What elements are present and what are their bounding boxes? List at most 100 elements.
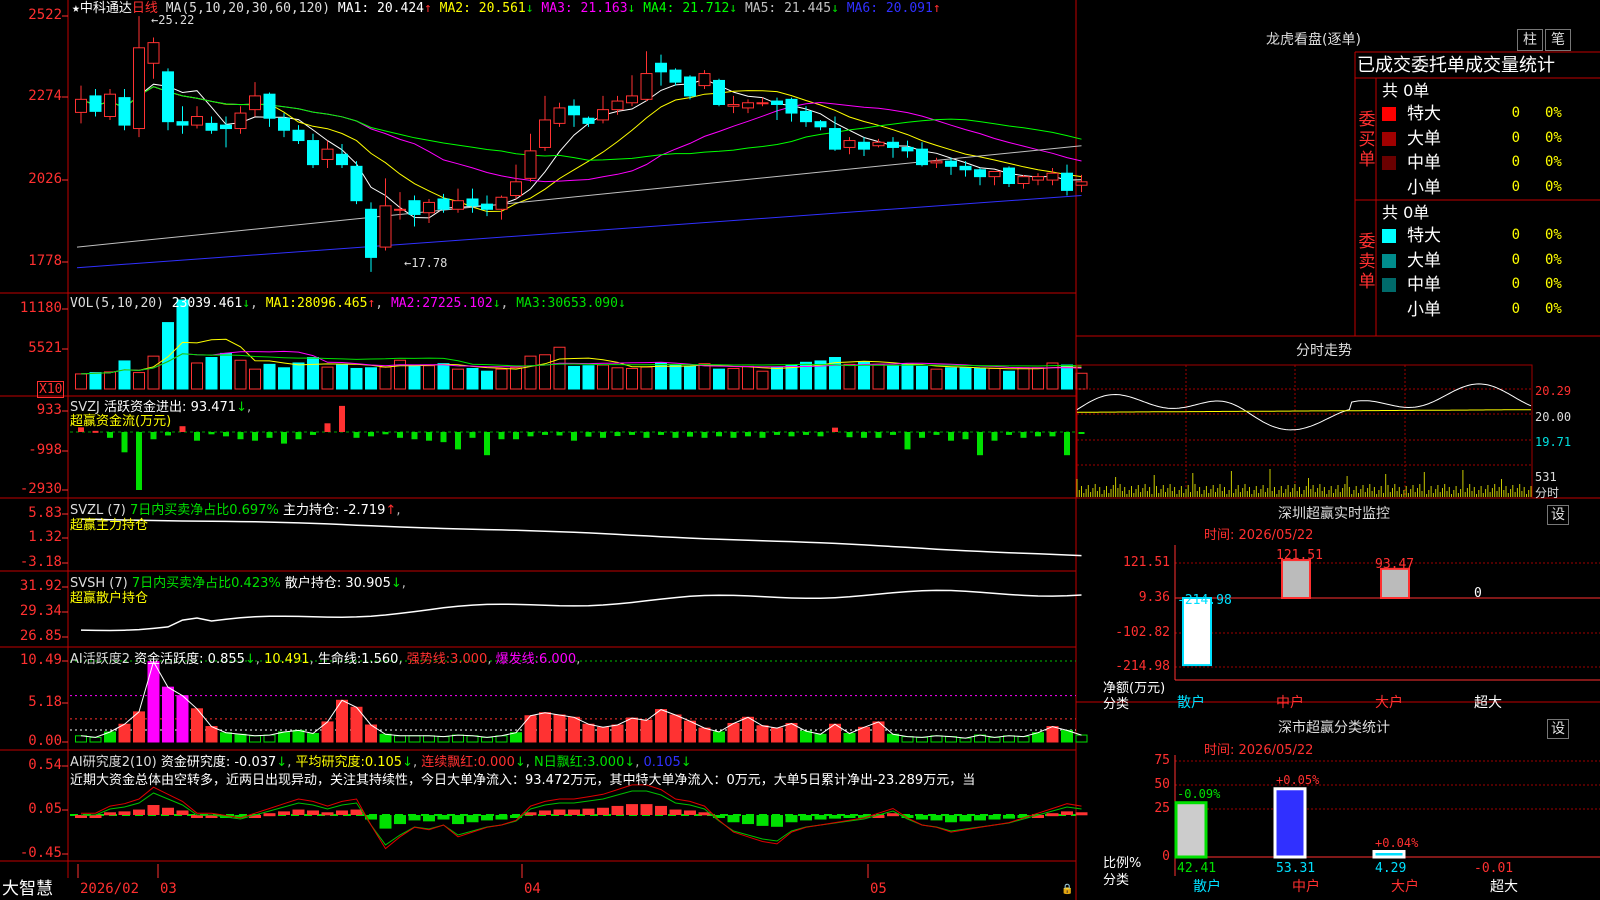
ma-line-20: [80, 86, 1082, 183]
svzj-bar: [1078, 432, 1085, 434]
candle-body: [452, 200, 464, 210]
ai1-bar: [655, 709, 667, 743]
order-type: 中单: [1407, 275, 1441, 295]
ma-value-5: MA5: 21.445↓: [745, 1, 839, 16]
ai1-bar: [785, 722, 798, 743]
ma-arrow: ↑: [932, 1, 941, 16]
fl-settings-button[interactable]: 设: [1547, 719, 1569, 739]
candle-body: [263, 93, 276, 119]
ai1-bar: [640, 719, 653, 743]
ai1-bar: [988, 736, 1001, 743]
axis-tick-svzj: 933: [36, 402, 62, 418]
buy-side-label: 委买单: [1357, 110, 1377, 170]
candle-body: [220, 124, 232, 130]
ai1-life: 1.560: [361, 652, 399, 667]
sz-category: 中户: [1276, 695, 1304, 711]
order-qty: 0: [1511, 105, 1520, 121]
fl-bar-change: +0.05%: [1276, 772, 1320, 787]
svzj-bar: [875, 432, 882, 438]
favorite-star-icon[interactable]: ★: [72, 1, 80, 16]
candle-body: [1046, 172, 1059, 181]
ai1-bar: [568, 716, 580, 743]
candle-body: [408, 200, 421, 215]
ai1-strong: 3.000: [450, 652, 488, 667]
svzl-name: SVZL (7): [70, 503, 126, 518]
candle-body: [1075, 181, 1088, 186]
order-type: 大单: [1407, 250, 1441, 271]
axis-tick-kline: 2026: [28, 171, 62, 187]
ai2-bar: [930, 815, 943, 821]
svzj-bar: [179, 426, 186, 432]
ai1-bar: [1075, 734, 1088, 743]
ma-values: MA1: 20.424↑ MA2: 20.561↓ MA3: 21.163↓ M…: [338, 1, 941, 16]
svzj-bar: [600, 432, 606, 438]
svsh-label: 散户持仓:: [284, 576, 342, 591]
side-char: 委: [1358, 232, 1376, 252]
ai2-bar: [162, 807, 174, 815]
ai2-bar: [843, 815, 856, 818]
ai1-bar: [263, 734, 276, 743]
candle-body: [524, 150, 537, 179]
sell-total: 共 0单: [1382, 203, 1430, 222]
ai1-bar: [452, 734, 464, 743]
order-pct: 0%: [1545, 276, 1562, 292]
ma-line-5: [80, 78, 1082, 219]
ai2-bar: [945, 815, 957, 823]
candle-body: [437, 198, 450, 210]
ai1-bar: [75, 735, 87, 743]
candle-body: [974, 169, 986, 178]
volume-bar: [524, 355, 537, 390]
column-mode-button[interactable]: 柱: [1517, 29, 1543, 51]
candle-body: [597, 109, 609, 121]
ai2-bar: [959, 815, 972, 822]
candle-body: [539, 119, 551, 148]
axis-tick-vol: 5521: [28, 340, 62, 356]
candle-body: [162, 71, 174, 123]
volume-bar: [756, 370, 769, 390]
ai1-bar: [626, 717, 638, 743]
ai1-bar: [278, 731, 290, 743]
order-pct: 0%: [1545, 251, 1562, 268]
svsh-name: SVSH (7): [70, 576, 128, 591]
sz-y-tick: 121.51: [1123, 555, 1170, 570]
ma-arrow: ↑: [424, 1, 432, 16]
sz-category: 超大: [1474, 695, 1502, 711]
ai2-avg-label: 平均研究度:: [295, 755, 365, 770]
order-color-swatch: [1382, 131, 1396, 146]
ai2-bar: [176, 810, 189, 815]
ai1-bar: [481, 736, 493, 743]
svzj-bar: [107, 432, 113, 438]
axis-tick-kline: 2274: [28, 88, 62, 104]
sz-bar-value: -214.98: [1177, 593, 1232, 608]
volume-bar: [640, 366, 653, 390]
x-axis-label: 2026/02: [80, 881, 140, 897]
svzj-bar: [281, 432, 287, 444]
svzj-sub: 超赢资金流(万元): [70, 414, 172, 429]
svzj-bar: [513, 432, 519, 440]
buy-total: 共 0单: [1382, 81, 1430, 100]
candle-body: [698, 73, 711, 87]
fenshi-volume-bars: [1076, 469, 1532, 497]
tick-mode-button[interactable]: 笔: [1545, 29, 1571, 51]
ma-number: 20.561: [470, 1, 526, 16]
order-type: 小单: [1407, 299, 1441, 320]
candle-body: [379, 205, 392, 248]
ai2-bar: [771, 815, 783, 827]
candle-body: [89, 95, 102, 112]
volume-bar: [916, 365, 928, 390]
vol-ma3-arrow: ↓: [617, 296, 626, 311]
sz-bar-value: 0: [1474, 586, 1482, 601]
volume-bar: [771, 366, 783, 390]
candle-body: [336, 153, 348, 166]
ai2-red-arrow: ↓: [514, 755, 526, 770]
order-qty: 0: [1511, 251, 1520, 268]
lhb-title: 龙虎看盘(逐单): [1266, 32, 1361, 48]
sz-settings-button[interactable]: 设: [1547, 505, 1569, 525]
svzj-bar: [629, 432, 635, 435]
order-color-swatch: [1382, 156, 1396, 170]
svzj-bar: [252, 432, 258, 441]
vol-ma1: 28096.465: [297, 296, 368, 311]
ai2-bar: [814, 815, 827, 820]
order-type: 小单: [1407, 177, 1441, 198]
lock-icon[interactable]: 🔒: [1061, 882, 1073, 897]
